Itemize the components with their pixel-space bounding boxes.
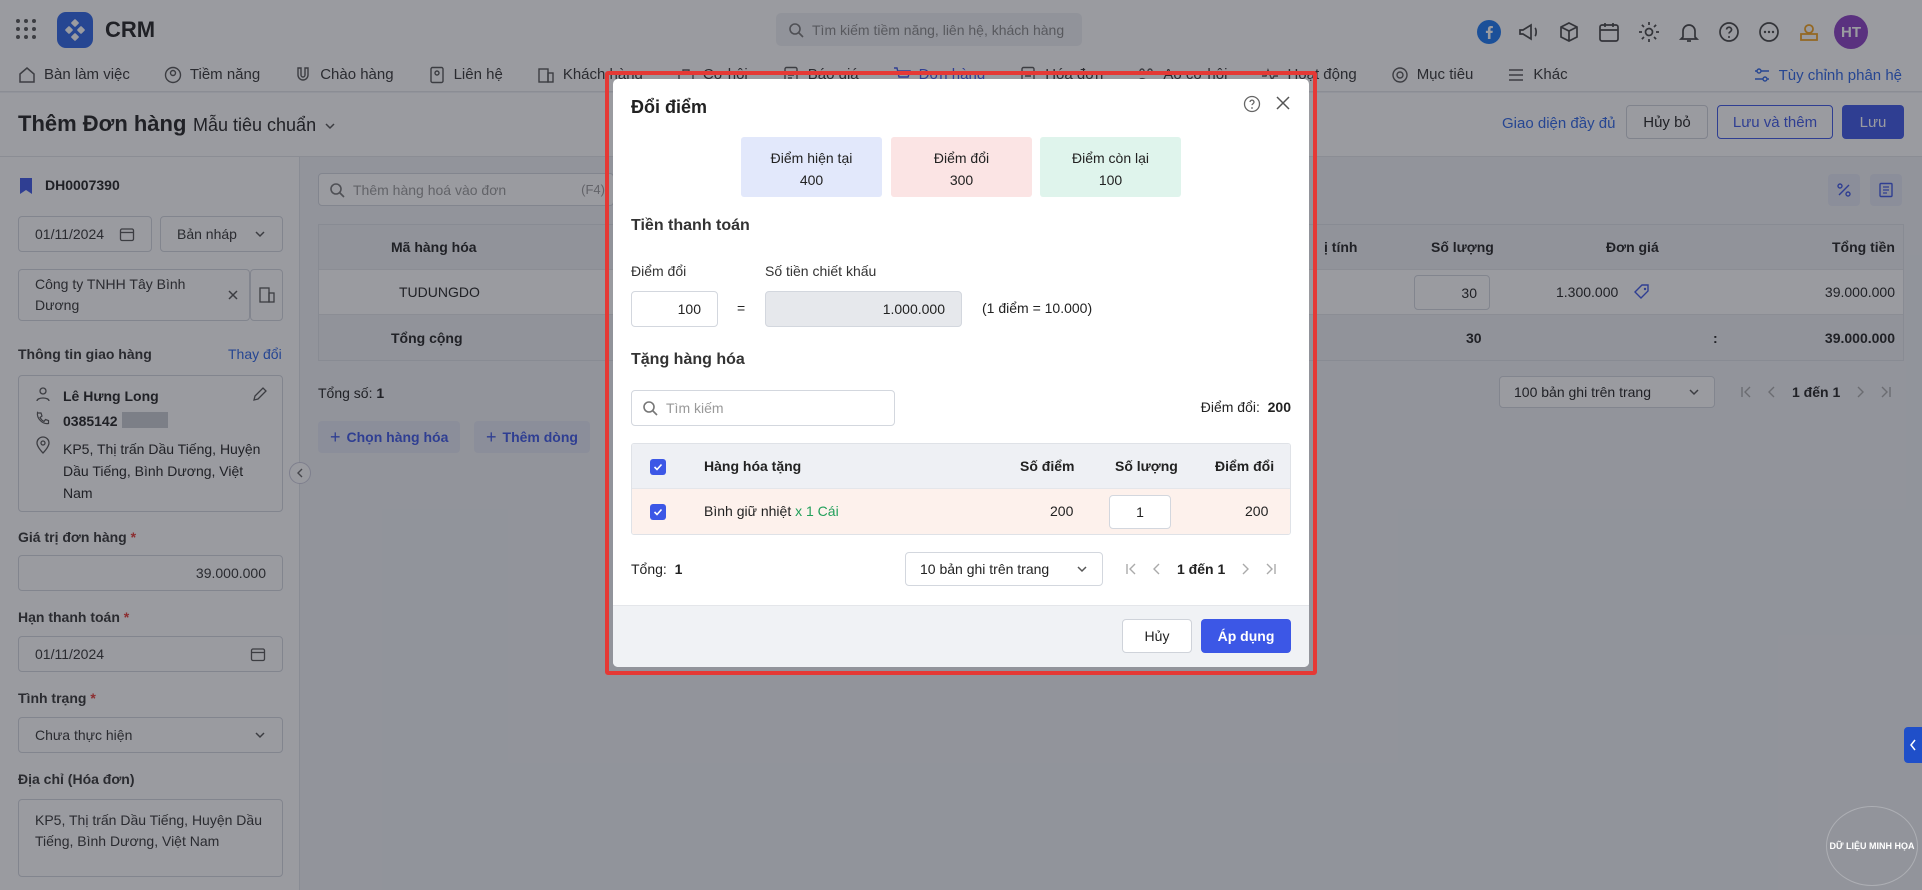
gift-section-title: Tặng hàng hóa <box>631 351 745 368</box>
exchange-points-box: Điểm đổi 300 <box>891 137 1032 197</box>
gift-page-size-select[interactable]: 10 bản ghi trên trang <box>905 552 1103 586</box>
page-range: 1 đến 1 <box>1177 561 1226 577</box>
close-icon[interactable] <box>1275 95 1291 111</box>
payment-section-title: Tiền thanh toán <box>631 217 750 234</box>
last-page-icon[interactable] <box>1265 563 1277 575</box>
apply-button[interactable]: Áp dụng <box>1201 619 1291 653</box>
gift-table: Hàng hóa tặng Số điểm Số lượng Điểm đổi … <box>631 443 1291 535</box>
gift-pagination: 1 đến 1 <box>1125 561 1277 577</box>
gift-total: Tổng: 1 <box>631 561 683 577</box>
help-icon[interactable] <box>1243 95 1261 113</box>
first-page-icon[interactable] <box>1125 563 1137 575</box>
gift-row[interactable]: Bình giữ nhiệt x 1 Cái 200 1 200 <box>632 489 1290 534</box>
watermark: DỮ LIỆU MINH HỌA <box>1826 806 1918 886</box>
discount-amount-field: 1.000.000 <box>765 291 962 327</box>
points-label: Điểm đổi <box>631 263 687 279</box>
remaining-points-box: Điểm còn lại 100 <box>1040 137 1181 197</box>
gift-points-summary: Điểm đổi: 200 <box>1200 399 1291 415</box>
dialog-cancel-button[interactable]: Hủy <box>1122 619 1192 653</box>
dialog-footer: Hủy Áp dụng <box>613 605 1309 667</box>
gift-name: Bình giữ nhiệt <box>704 503 792 519</box>
search-icon <box>642 400 658 416</box>
gift-unit: x 1 Cái <box>795 503 839 519</box>
select-all-checkbox[interactable] <box>650 459 666 475</box>
gift-search-input[interactable]: Tìm kiếm <box>631 390 895 426</box>
redeem-points-dialog: Đổi điểm Điểm hiện tại 400 Điểm đổi 300 … <box>613 79 1309 667</box>
gift-qty-input[interactable]: 1 <box>1109 495 1171 529</box>
next-page-icon[interactable] <box>1239 563 1251 575</box>
equals-sign: = <box>737 300 746 316</box>
discount-label: Số tiền chiết khấu <box>765 263 877 279</box>
dialog-title: Đổi điểm <box>631 97 708 117</box>
side-panel-toggle[interactable] <box>1904 727 1922 763</box>
prev-page-icon[interactable] <box>1151 563 1163 575</box>
row-checkbox[interactable] <box>650 504 666 520</box>
points-input[interactable]: 100 <box>631 291 718 327</box>
current-points-box: Điểm hiện tại 400 <box>741 137 882 197</box>
chevron-down-icon <box>1076 563 1088 575</box>
chevron-left-icon <box>1909 739 1917 751</box>
exchange-rate-note: (1 điểm = 10.000) <box>982 300 1093 316</box>
gift-table-header: Hàng hóa tặng Số điểm Số lượng Điểm đổi <box>632 444 1290 489</box>
